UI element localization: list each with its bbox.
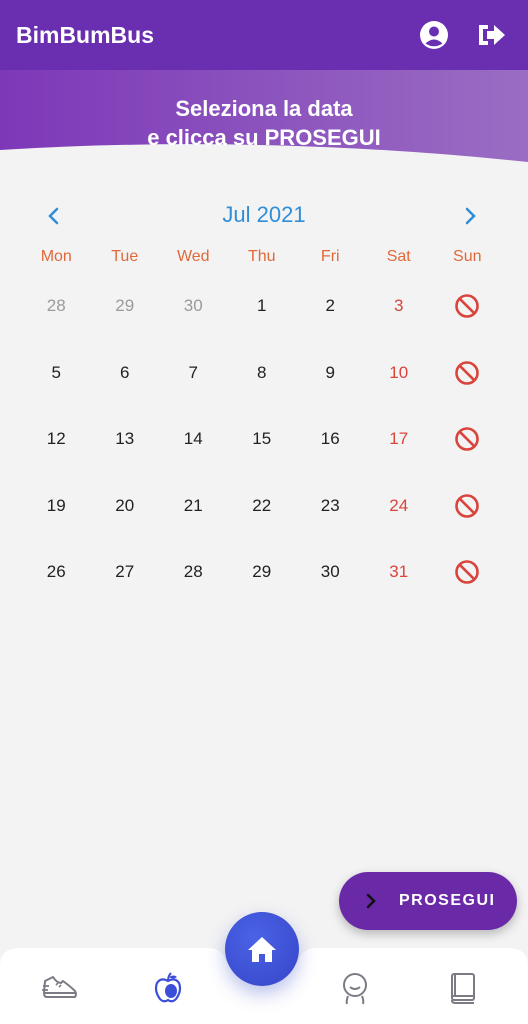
calendar-day-cell[interactable]: 16: [296, 406, 365, 473]
instruction-text: Seleziona la data e clicca su PROSEGUI: [0, 94, 528, 152]
calendar-day-cell[interactable]: 15: [228, 406, 297, 473]
app-title: BimBumBus: [16, 21, 155, 48]
home-icon: [248, 937, 276, 962]
weekday-label: Wed: [176, 248, 210, 265]
prosegui-button[interactable]: PROSEGUI: [339, 872, 517, 930]
weekday-header-row: Mon Tue Wed Thu Fri Sat Sun: [22, 248, 510, 266]
sunday-blocked-cell: [433, 340, 502, 407]
instruction-line-2: e clicca su PROSEGUI: [147, 125, 381, 150]
calendar-day-cell[interactable]: 22: [228, 473, 297, 540]
calendar-week-row: 28 29 30 1 2 3: [22, 273, 510, 340]
calendar-header: Jul 2021: [0, 196, 528, 236]
calendar-day-cell[interactable]: 14: [159, 406, 228, 473]
calendar-day-cell[interactable]: 29: [228, 539, 297, 606]
calendar-day-cell[interactable]: 24: [365, 473, 434, 540]
calendar-day-cell[interactable]: 6: [91, 340, 160, 407]
calendar-day-cell[interactable]: 31: [365, 539, 434, 606]
next-month-button[interactable]: [454, 200, 486, 232]
home-button[interactable]: [225, 912, 299, 986]
calendar-day-cell[interactable]: 30: [296, 539, 365, 606]
calendar-week-row: 12 13 14 15 16 17: [22, 406, 510, 473]
weekday-label: Thu: [247, 248, 276, 265]
calendar-day-cell[interactable]: 19: [22, 473, 91, 540]
app-screen: BimBumBus Seleziona la data e clicca su …: [0, 0, 528, 1024]
sunday-blocked-cell: [433, 539, 502, 606]
nav-shoe[interactable]: [40, 968, 80, 1008]
calendar-day-cell[interactable]: 8: [228, 340, 297, 407]
weekday-label: Fri: [320, 248, 340, 265]
month-label: Jul 2021: [222, 202, 306, 227]
calendar-day-cell[interactable]: 28: [159, 539, 228, 606]
blocked-icon: [455, 427, 480, 452]
calendar-day-cell[interactable]: 21: [159, 473, 228, 540]
calendar-week-row: 19 20 21 22 23 24: [22, 473, 510, 540]
calendar-day-cell: 29: [115, 296, 135, 316]
top-app-bar: BimBumBus: [0, 0, 528, 70]
calendar-day-cell[interactable]: 5: [22, 340, 91, 407]
prosegui-label: PROSEGUI: [399, 892, 496, 909]
sunday-blocked-cell: [433, 406, 502, 473]
weekday-label: Sat: [386, 248, 411, 265]
account-icon[interactable]: [414, 15, 454, 55]
apple-icon: [154, 972, 182, 1003]
calendar-day-cell[interactable]: 10: [365, 340, 434, 407]
weekday-label: Mon: [40, 248, 72, 265]
blocked-icon: [455, 294, 480, 319]
calendar-day-cell: 30: [183, 296, 203, 316]
calendar-day-cell[interactable]: 9: [296, 340, 365, 407]
book-icon: [451, 973, 475, 1004]
child-face-icon: [343, 973, 367, 1005]
calendar-day-cell[interactable]: 27: [91, 539, 160, 606]
calendar-week-row: 5 6 7 8 9 10: [22, 340, 510, 407]
calendar-day-cell[interactable]: 17: [365, 406, 434, 473]
calendar-grid: 28 29 30 1 2 3 5 6 7 8 9 10 12 13 14 15: [22, 273, 510, 606]
calendar-week-row: 26 27 28 29 30 31: [22, 539, 510, 606]
calendar-day-cell[interactable]: 2: [296, 273, 365, 340]
blocked-icon: [455, 560, 480, 585]
nav-apple[interactable]: [148, 968, 188, 1008]
sunday-blocked-cell: [433, 473, 502, 540]
calendar-day-cell[interactable]: 12: [22, 406, 91, 473]
chevron-right-icon: [365, 891, 381, 911]
blocked-icon: [455, 493, 480, 518]
calendar-day-cell[interactable]: 3: [365, 273, 434, 340]
nav-book[interactable]: [443, 968, 483, 1008]
calendar-day-cell: 28: [46, 296, 66, 316]
nav-child[interactable]: [335, 968, 375, 1008]
logout-icon[interactable]: [472, 15, 512, 55]
calendar-day-cell[interactable]: 13: [91, 406, 160, 473]
calendar-day-cell[interactable]: 20: [91, 473, 160, 540]
shoe-icon: [42, 976, 77, 998]
calendar-day-cell[interactable]: 7: [159, 340, 228, 407]
instruction-banner: Seleziona la data e clicca su PROSEGUI: [0, 70, 528, 180]
weekday-label: Tue: [111, 248, 139, 265]
instruction-line-1: Seleziona la data: [175, 96, 353, 121]
blocked-icon: [455, 360, 480, 385]
calendar-day-cell[interactable]: 26: [22, 539, 91, 606]
calendar-day-cell[interactable]: 1: [228, 273, 297, 340]
weekday-label: Sun: [453, 248, 482, 265]
sunday-blocked-cell: [433, 273, 502, 340]
calendar-day-cell[interactable]: 23: [296, 473, 365, 540]
